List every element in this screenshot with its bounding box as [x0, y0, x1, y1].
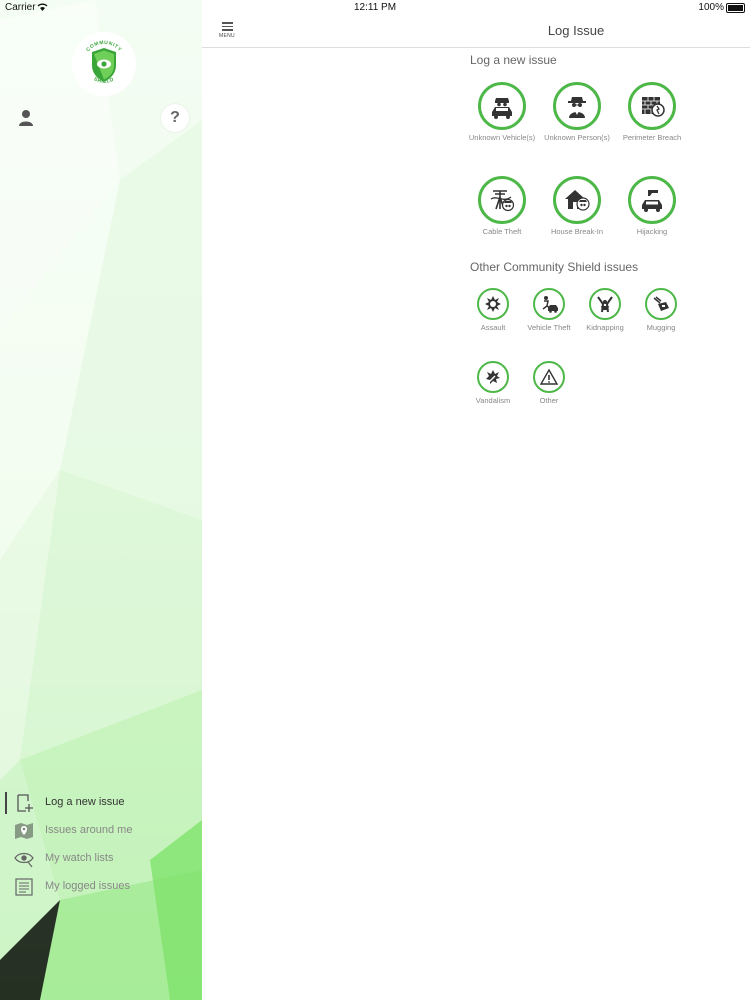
- issue-tile-unknown-persons[interactable]: Unknown Person(s): [540, 82, 614, 142]
- warning-icon: [539, 368, 559, 385]
- issue-tile-unknown-vehicles[interactable]: Unknown Vehicle(s): [465, 82, 539, 142]
- kidnapping-icon: [597, 296, 613, 313]
- sidebar-item-my-watch-lists[interactable]: My watch lists: [0, 845, 202, 873]
- add-document-icon: [17, 794, 33, 812]
- spy-person-icon: [568, 97, 586, 118]
- sidebar: COMMUNITY SHIELD ? Log a new issue Issue…: [0, 0, 202, 1000]
- sidebar-menu: Log a new issue Issues around me My watc…: [0, 789, 202, 901]
- issue-tile-circle: [477, 288, 509, 320]
- issue-tile-label: Perimeter Breach: [622, 133, 682, 142]
- cable-theft-icon: [490, 190, 515, 212]
- sidebar-item-label: Issues around me: [45, 824, 133, 836]
- issue-tile-circle: [533, 361, 565, 393]
- profile-icon[interactable]: [17, 108, 35, 128]
- vandalism-icon: [486, 370, 500, 385]
- issue-tile-label: Vehicle Theft: [527, 323, 571, 332]
- sidebar-item-label: Log a new issue: [45, 796, 125, 808]
- battery-icon: [726, 3, 745, 13]
- wall-breach-icon: [642, 97, 665, 117]
- issue-tile-circle: [478, 176, 526, 224]
- help-button[interactable]: ?: [161, 104, 189, 132]
- issue-tile-perimeter-breach[interactable]: Perimeter Breach: [615, 82, 689, 142]
- issue-tile-vandalism[interactable]: Vandalism: [463, 361, 523, 405]
- issue-tile-label: House Break-In: [550, 227, 604, 236]
- hijacking-icon: [642, 190, 662, 212]
- issue-tile-circle: [589, 288, 621, 320]
- issue-tile-label: Hijacking: [636, 227, 668, 236]
- sidebar-item-issues-around-me[interactable]: Issues around me: [0, 817, 202, 845]
- issue-tile-other[interactable]: Other: [519, 361, 579, 405]
- issue-tile-circle: [477, 361, 509, 393]
- issue-tile-circle: [478, 82, 526, 130]
- issue-tile-label: Other: [539, 396, 559, 405]
- list-icon: [15, 878, 33, 896]
- issue-tile-mugging[interactable]: Mugging: [631, 288, 691, 332]
- issue-tile-label: Unknown Person(s): [544, 133, 610, 142]
- issue-tile-assault[interactable]: Assault: [463, 288, 523, 332]
- issue-tile-circle: [628, 176, 676, 224]
- status-bar: Carrier 12:11 PM 100%: [0, 0, 750, 16]
- shield-icon: COMMUNITY SHIELD: [85, 40, 122, 85]
- sidebar-item-label: My logged issues: [45, 880, 130, 892]
- sidebar-item-my-logged-issues[interactable]: My logged issues: [0, 873, 202, 901]
- sidebar-item-label: My watch lists: [45, 852, 114, 864]
- house-break-in-icon: [565, 190, 590, 211]
- issue-tile-vehicle-theft[interactable]: Vehicle Theft: [519, 288, 579, 332]
- battery-percent: 100%: [698, 2, 724, 13]
- mugging-icon: [653, 296, 669, 311]
- vehicle-theft-icon: [542, 296, 558, 313]
- issue-tile-hijacking[interactable]: Hijacking: [615, 176, 689, 236]
- page-title-text: Log Issue: [547, 23, 605, 38]
- issue-tile-label: Vandalism: [475, 396, 511, 405]
- clock: 12:11 PM: [353, 2, 397, 13]
- sidebar-item-log-new-issue[interactable]: Log a new issue: [0, 789, 202, 817]
- map-pin-icon: [15, 823, 33, 839]
- eye-icon: [14, 852, 34, 868]
- issue-tile-kidnapping[interactable]: Kidnapping: [575, 288, 635, 332]
- issue-tile-label: Mugging: [646, 323, 676, 332]
- section-title-new-issue: Log a new issue: [470, 53, 557, 67]
- issue-tile-label: Cable Theft: [482, 227, 522, 236]
- issue-tile-house-break-in[interactable]: House Break-In: [540, 176, 614, 236]
- issue-tile-circle: [645, 288, 677, 320]
- community-shield-logo: COMMUNITY SHIELD: [72, 32, 136, 96]
- issue-tile-circle: [553, 82, 601, 130]
- section-title-other-issues: Other Community Shield issues: [470, 260, 639, 274]
- issue-tile-label: Kidnapping: [586, 323, 624, 332]
- car-spy-icon: [492, 98, 512, 119]
- issue-tile-label: Unknown Vehicle(s): [468, 133, 536, 142]
- issue-tile-cable-theft[interactable]: Cable Theft: [465, 176, 539, 236]
- issue-tile-circle: [628, 82, 676, 130]
- assault-icon: [485, 296, 501, 312]
- issue-tile-label: Assault: [480, 323, 506, 332]
- issue-tile-circle: [553, 176, 601, 224]
- issue-tile-circle: [533, 288, 565, 320]
